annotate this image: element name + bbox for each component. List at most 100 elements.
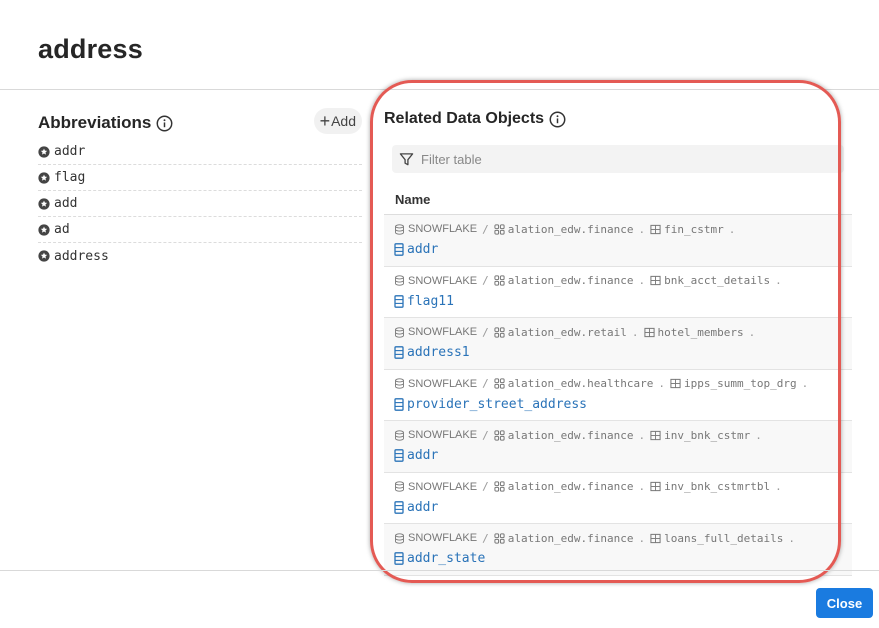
table-icon — [650, 224, 661, 235]
database-icon — [394, 429, 405, 441]
table-name[interactable]: inv_bnk_cstmr — [664, 429, 750, 442]
table-name[interactable]: loans_full_details — [664, 532, 783, 545]
schema-name[interactable]: alation_edw.healthcare — [508, 377, 654, 390]
table-icon — [650, 430, 661, 441]
table-name[interactable]: inv_bnk_cstmrtbl — [664, 480, 770, 493]
datasource-name[interactable]: SNOWFLAKE — [408, 378, 477, 390]
column-link[interactable]: address1 — [394, 345, 852, 360]
datasource-name[interactable]: SNOWFLAKE — [408, 532, 477, 544]
object-path: SNOWFLAKE / alation_edw.finance. inv_bnk_cs… — [394, 428, 852, 442]
column-link[interactable]: addr — [394, 242, 852, 257]
column-link[interactable]: addr — [394, 500, 852, 515]
table-row[interactable]: SNOWFLAKE / alation_edw.healthcare. ipps_su… — [384, 369, 852, 421]
related-objects-table: SNOWFLAKE / alation_edw.finance. fin_cstmr.… — [384, 214, 852, 576]
table-row[interactable]: SNOWFLAKE / alation_edw.finance. inv_bnk_cs… — [384, 421, 852, 473]
abbreviation-item[interactable]: address — [38, 243, 362, 269]
column-name: addr — [407, 448, 439, 463]
schema-name[interactable]: alation_edw.finance — [508, 532, 634, 545]
schema-name[interactable]: alation_edw.finance — [508, 274, 634, 287]
abbreviations-list: addr flag add ad address — [38, 139, 362, 269]
add-abbreviation-button[interactable]: + Add — [313, 108, 362, 134]
path-separator: / — [482, 480, 489, 493]
schema-name[interactable]: alation_edw.retail — [508, 326, 627, 339]
object-path: SNOWFLAKE / alation_edw.finance. loans_full… — [394, 531, 852, 545]
datasource-name[interactable]: SNOWFLAKE — [408, 481, 477, 493]
table-name[interactable]: bnk_acct_details — [664, 274, 770, 287]
datasource-name[interactable]: SNOWFLAKE — [408, 275, 477, 287]
abbreviation-star-icon — [38, 197, 50, 210]
filter-placeholder: Filter table — [421, 151, 482, 167]
schema-icon — [494, 223, 505, 235]
filter-icon — [399, 152, 414, 167]
column-link[interactable]: provider_street_address — [394, 397, 852, 412]
abbreviation-star-icon — [38, 171, 50, 184]
datasource-name[interactable]: SNOWFLAKE — [408, 223, 477, 235]
abbreviation-label: add — [54, 196, 78, 211]
abbreviations-title: Abbreviations — [38, 113, 152, 132]
schema-name[interactable]: alation_edw.finance — [508, 223, 634, 236]
schema-icon — [494, 275, 505, 286]
table-name[interactable]: ipps_summ_top_drg — [684, 377, 797, 390]
filter-table-input[interactable]: Filter table — [392, 145, 844, 173]
abbreviation-item[interactable]: add — [38, 191, 362, 217]
table-row[interactable]: SNOWFLAKE / alation_edw.finance. inv_bnk_cs… — [384, 472, 852, 524]
column-name: address1 — [407, 345, 470, 360]
column-icon — [394, 552, 404, 565]
table-icon — [643, 327, 655, 338]
related-data-objects-title: Related Data Objects — [384, 110, 545, 127]
path-separator: . — [801, 377, 809, 390]
schema-icon — [494, 481, 505, 492]
info-icon[interactable] — [156, 115, 173, 132]
database-icon — [394, 326, 405, 338]
schema-name[interactable]: alation_edw.finance — [508, 480, 634, 493]
related-data-objects-panel: Related Data Objects Filter table Name S… — [384, 104, 852, 576]
abbreviation-item[interactable]: flag — [38, 165, 362, 191]
path-separator: / — [482, 531, 489, 545]
header-divider — [0, 89, 879, 90]
abbreviation-item[interactable]: ad — [38, 217, 362, 243]
table-row[interactable]: SNOWFLAKE / alation_edw.finance. fin_cstmr.… — [384, 215, 852, 267]
column-icon — [394, 397, 404, 411]
column-link[interactable]: flag11 — [394, 294, 852, 309]
close-button[interactable]: Close — [816, 588, 873, 618]
table-name[interactable]: fin_cstmr — [664, 223, 724, 236]
object-path: SNOWFLAKE / alation_edw.finance. bnk_acct_d… — [394, 274, 852, 288]
path-separator: . — [775, 480, 782, 493]
column-icon — [394, 500, 404, 514]
column-name: provider_street_address — [407, 396, 588, 412]
path-separator: . — [638, 531, 646, 545]
schema-icon — [494, 326, 505, 338]
column-icon — [394, 294, 404, 308]
table-row[interactable]: SNOWFLAKE / alation_edw.finance. loans_full… — [384, 524, 852, 576]
datasource-name[interactable]: SNOWFLAKE — [408, 326, 477, 338]
abbreviations-panel: Abbreviations + Add addr flag add ad address — [38, 108, 362, 269]
path-separator: . — [788, 531, 796, 545]
table-icon — [650, 533, 661, 544]
table-icon — [650, 275, 661, 286]
name-column-header[interactable]: Name — [384, 192, 852, 214]
object-path: SNOWFLAKE / alation_edw.finance. inv_bnk_cs… — [394, 480, 852, 494]
path-separator: . — [638, 274, 646, 287]
info-icon[interactable] — [549, 111, 566, 128]
table-row[interactable]: SNOWFLAKE / alation_edw.retail. hotel_membe… — [384, 318, 852, 370]
schema-name[interactable]: alation_edw.finance — [508, 429, 634, 442]
schema-icon — [494, 378, 505, 389]
abbreviation-label: addr — [54, 144, 86, 159]
column-name: addr — [407, 499, 439, 515]
table-row[interactable]: SNOWFLAKE / alation_edw.finance. bnk_acct_d… — [384, 266, 852, 318]
abbreviations-header: Abbreviations + Add — [38, 108, 362, 138]
object-path: SNOWFLAKE / alation_edw.finance. fin_cstmr. — [394, 222, 852, 236]
abbreviation-label: flag — [54, 170, 86, 185]
column-link[interactable]: addr_state — [394, 551, 852, 566]
database-icon — [394, 378, 405, 389]
abbreviation-star-icon — [38, 223, 50, 236]
column-link[interactable]: addr — [394, 448, 852, 463]
abbreviation-star-icon — [38, 145, 50, 158]
datasource-name[interactable]: SNOWFLAKE — [408, 429, 477, 441]
column-icon — [394, 346, 404, 359]
abbreviation-item[interactable]: addr — [38, 139, 362, 165]
path-separator: / — [482, 428, 489, 442]
path-separator: . — [775, 274, 782, 287]
table-name[interactable]: hotel_members — [658, 326, 744, 339]
path-separator: . — [658, 377, 666, 390]
